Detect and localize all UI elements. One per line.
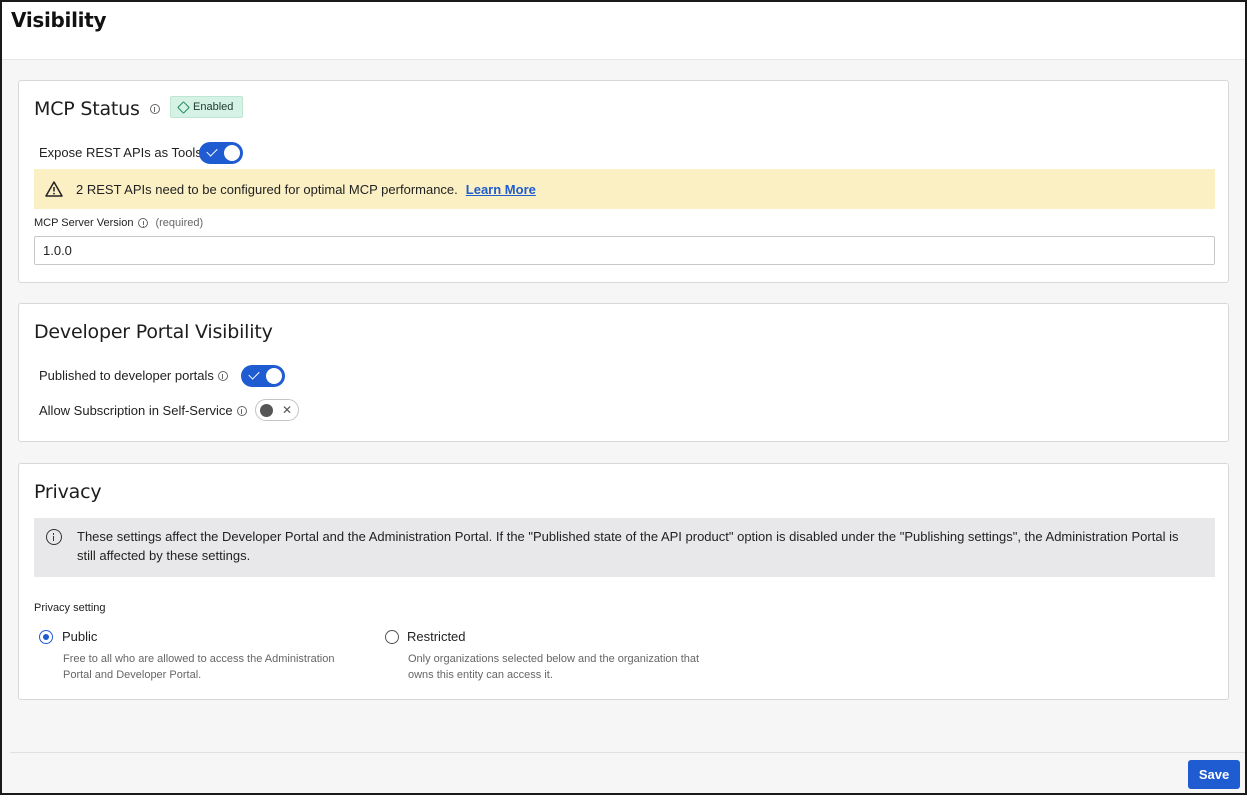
privacy-title: Privacy bbox=[34, 481, 102, 503]
warning-icon bbox=[45, 181, 63, 197]
info-banner: These settings affect the Developer Port… bbox=[34, 518, 1215, 577]
save-button[interactable]: Save bbox=[1188, 760, 1240, 789]
public-radio[interactable] bbox=[39, 630, 53, 644]
mcp-server-version-label: MCP Server Version (required) bbox=[34, 217, 204, 229]
toggle-knob bbox=[266, 368, 282, 384]
info-banner-text: These settings affect the Developer Port… bbox=[77, 529, 1179, 563]
mcp-status-card: MCP Status Enabled Expose REST APIs as T… bbox=[18, 80, 1229, 283]
mcp-status-title: MCP Status bbox=[34, 98, 160, 120]
published-label: Published to developer portals bbox=[39, 368, 228, 383]
privacy-setting-label: Privacy setting bbox=[34, 602, 106, 614]
privacy-card: Privacy These settings affect the Develo… bbox=[18, 463, 1229, 700]
developer-portal-visibility-card: Developer Portal Visibility Published to… bbox=[18, 303, 1229, 442]
toggle-knob bbox=[224, 145, 240, 161]
expose-rest-apis-toggle[interactable] bbox=[199, 142, 243, 164]
restricted-radio[interactable] bbox=[385, 630, 399, 644]
info-icon bbox=[46, 529, 62, 545]
learn-more-link[interactable]: Learn More bbox=[466, 182, 536, 197]
info-icon[interactable] bbox=[138, 218, 149, 228]
info-icon[interactable] bbox=[149, 103, 160, 114]
info-icon[interactable] bbox=[217, 370, 228, 381]
mcp-enabled-icon bbox=[177, 100, 190, 114]
expose-rest-apis-label: Expose REST APIs as Tools bbox=[39, 145, 202, 160]
page-header: Visibility bbox=[2, 2, 1245, 60]
check-icon bbox=[248, 368, 260, 380]
public-radio-description: Free to all who are allowed to access th… bbox=[63, 653, 335, 681]
toggle-knob bbox=[260, 404, 273, 417]
info-icon[interactable] bbox=[236, 405, 247, 416]
warning-banner: 2 REST APIs need to be configured for op… bbox=[34, 169, 1215, 209]
close-icon: ✕ bbox=[281, 403, 292, 417]
restricted-radio-description: Only organizations selected below and th… bbox=[408, 653, 700, 681]
public-radio-label[interactable]: Public bbox=[62, 629, 97, 644]
allow-subscription-toggle[interactable]: ✕ bbox=[255, 399, 299, 421]
status-badge: Enabled bbox=[170, 96, 244, 118]
warning-text: 2 REST APIs need to be configured for op… bbox=[76, 181, 458, 197]
visibility-page: Visibility MCP Status Enabled Expose RES… bbox=[0, 0, 1247, 795]
footer-divider bbox=[10, 752, 1245, 753]
developer-portal-visibility-title: Developer Portal Visibility bbox=[34, 321, 273, 343]
restricted-radio-label[interactable]: Restricted bbox=[407, 629, 466, 644]
check-icon bbox=[206, 145, 218, 157]
page-title: Visibility bbox=[11, 8, 107, 32]
published-toggle[interactable] bbox=[241, 365, 285, 387]
allow-subscription-label: Allow Subscription in Self-Service bbox=[39, 403, 247, 418]
mcp-server-version-input[interactable] bbox=[34, 236, 1215, 265]
